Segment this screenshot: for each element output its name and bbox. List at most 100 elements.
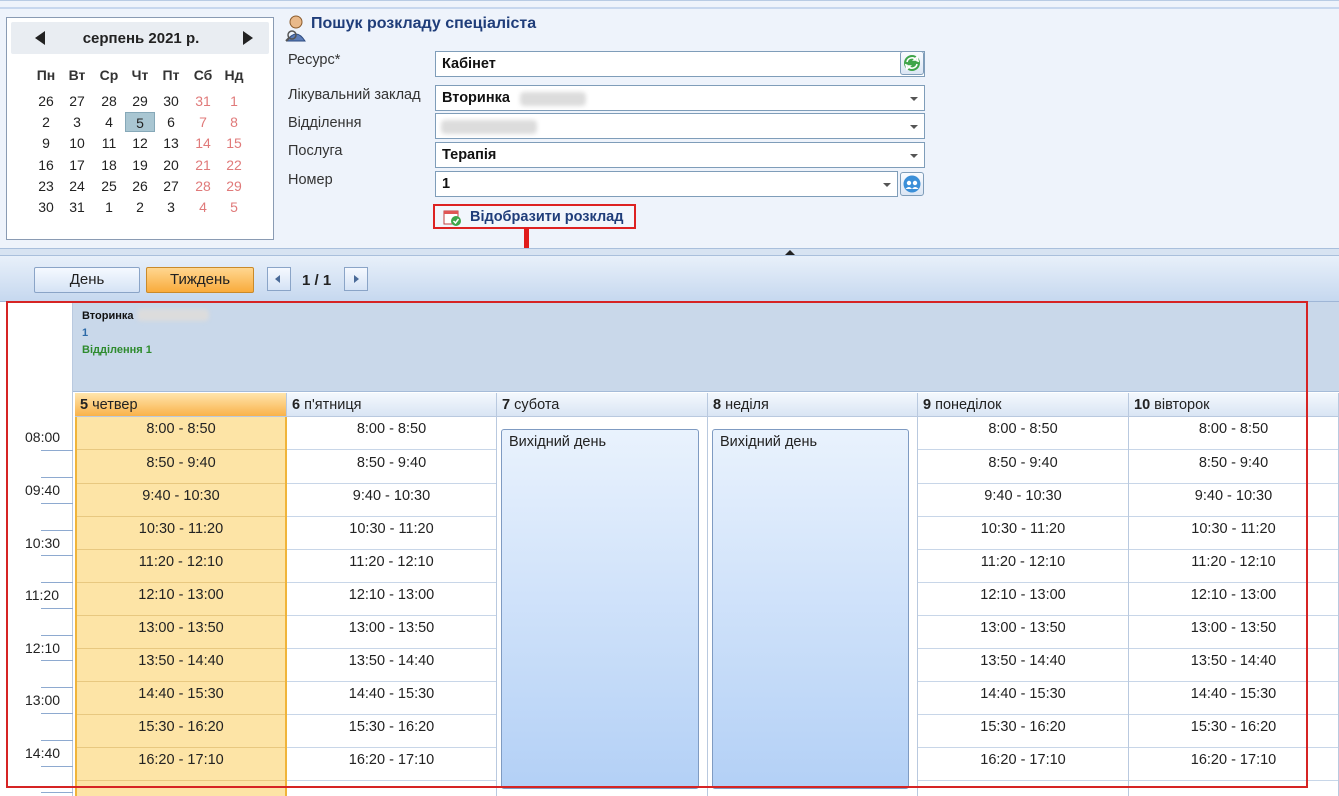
calendar-day[interactable]: 4: [94, 112, 124, 132]
day-header[interactable]: 8 неділя: [708, 393, 918, 417]
calendar-day[interactable]: 2: [31, 112, 61, 132]
day-off-block[interactable]: Вихідний день: [501, 429, 699, 789]
chevron-down-icon[interactable]: [910, 125, 918, 129]
time-slot[interactable]: 13:00 - 13:50: [287, 616, 496, 649]
time-slot[interactable]: 14:40 - 15:30: [1129, 682, 1338, 715]
time-slot[interactable]: 8:00 - 8:50: [918, 417, 1128, 450]
time-slot[interactable]: 13:50 - 14:40: [1129, 649, 1338, 682]
calendar-day[interactable]: 3: [62, 112, 92, 132]
calendar-day[interactable]: 5: [219, 197, 249, 217]
calendar-day[interactable]: 4: [188, 197, 218, 217]
calendar-day[interactable]: 27: [62, 91, 92, 111]
time-slot[interactable]: 9:40 - 10:30: [1129, 484, 1338, 517]
time-slot[interactable]: 16:20 - 17:10: [1129, 748, 1338, 781]
time-slot[interactable]: 10:30 - 11:20: [77, 517, 285, 550]
day-view-button[interactable]: День: [34, 267, 140, 293]
calendar-day[interactable]: 17: [62, 155, 92, 175]
collapse-up-icon[interactable]: [785, 250, 795, 255]
calendar-day[interactable]: 8: [219, 112, 249, 132]
calendar-day[interactable]: 12: [125, 133, 155, 153]
time-slot[interactable]: 10:30 - 11:20: [918, 517, 1128, 550]
calendar-day[interactable]: 1: [219, 91, 249, 111]
next-page-button[interactable]: [344, 267, 368, 291]
calendar-day[interactable]: 2: [125, 197, 155, 217]
time-slot[interactable]: 15:30 - 16:20: [287, 715, 496, 748]
chevron-down-icon[interactable]: [883, 183, 891, 187]
time-slot[interactable]: 13:00 - 13:50: [918, 616, 1128, 649]
calendar-day[interactable]: 23: [31, 176, 61, 196]
time-slot[interactable]: 8:00 - 8:50: [77, 417, 285, 450]
time-slot[interactable]: 15:30 - 16:20: [1129, 715, 1338, 748]
service-select[interactable]: Терапія: [435, 142, 925, 168]
prev-page-button[interactable]: [267, 267, 291, 291]
calendar-day[interactable]: 3: [156, 197, 186, 217]
refresh-button[interactable]: [900, 51, 924, 75]
calendar-day[interactable]: 29: [219, 176, 249, 196]
time-slot[interactable]: 14:40 - 15:30: [918, 682, 1128, 715]
next-month-icon[interactable]: [243, 31, 253, 45]
calendar-day[interactable]: 30: [31, 197, 61, 217]
calendar-day[interactable]: 19: [125, 155, 155, 175]
calendar-day[interactable]: 25: [94, 176, 124, 196]
time-slot[interactable]: 11:20 - 12:10: [918, 550, 1128, 583]
calendar-day[interactable]: 28: [94, 91, 124, 111]
time-slot[interactable]: 15:30 - 16:20: [918, 715, 1128, 748]
calendar-day[interactable]: 24: [62, 176, 92, 196]
calendar-day[interactable]: 13: [156, 133, 186, 153]
day-off-block[interactable]: Вихідний день: [712, 429, 909, 789]
time-slot[interactable]: 16:20 - 17:10: [918, 748, 1128, 781]
calendar-day[interactable]: 1: [94, 197, 124, 217]
time-slot[interactable]: 9:40 - 10:30: [918, 484, 1128, 517]
show-schedule-button[interactable]: Відобразити розклад: [433, 204, 636, 229]
day-header[interactable]: 6 п'ятниця: [287, 393, 497, 417]
chevron-down-icon[interactable]: [910, 154, 918, 158]
calendar-day[interactable]: 26: [125, 176, 155, 196]
calendar-day[interactable]: 7: [188, 112, 218, 132]
calendar-day[interactable]: 31: [62, 197, 92, 217]
calendar-day[interactable]: 15: [219, 133, 249, 153]
time-slot[interactable]: 8:00 - 8:50: [287, 417, 496, 450]
week-view-button[interactable]: Тиждень: [146, 267, 254, 293]
time-slot[interactable]: 10:30 - 11:20: [1129, 517, 1338, 550]
time-slot[interactable]: 11:20 - 12:10: [287, 550, 496, 583]
time-slot[interactable]: 11:20 - 12:10: [1129, 550, 1338, 583]
time-slot[interactable]: 13:00 - 13:50: [1129, 616, 1338, 649]
calendar-day[interactable]: 16: [31, 155, 61, 175]
time-slot[interactable]: 13:50 - 14:40: [77, 649, 285, 682]
calendar-day[interactable]: 22: [219, 155, 249, 175]
calendar-day[interactable]: 6: [156, 112, 186, 132]
time-slot[interactable]: 9:40 - 10:30: [287, 484, 496, 517]
calendar-day[interactable]: 29: [125, 91, 155, 111]
time-slot[interactable]: 13:00 - 13:50: [77, 616, 285, 649]
time-slot[interactable]: 12:10 - 13:00: [287, 583, 496, 616]
time-slot[interactable]: 12:10 - 13:00: [1129, 583, 1338, 616]
time-slot[interactable]: 8:50 - 9:40: [1129, 451, 1338, 484]
facility-select[interactable]: Вторинка: [435, 85, 925, 111]
calendar-day[interactable]: 26: [31, 91, 61, 111]
time-slot[interactable]: 16:20 - 17:10: [77, 748, 285, 781]
time-slot[interactable]: 16:20 - 17:10: [287, 748, 496, 781]
day-header[interactable]: 10 вівторок: [1129, 393, 1339, 417]
day-header[interactable]: 9 понеділок: [918, 393, 1129, 417]
prev-month-icon[interactable]: [35, 31, 45, 45]
time-slot[interactable]: 13:50 - 14:40: [287, 649, 496, 682]
day-header[interactable]: 7 субота: [497, 393, 708, 417]
time-slot[interactable]: 12:10 - 13:00: [77, 583, 285, 616]
resource-select[interactable]: Кабінет: [435, 51, 925, 77]
time-slot[interactable]: 8:50 - 9:40: [918, 451, 1128, 484]
calendar-day[interactable]: 31: [188, 91, 218, 111]
calendar-day[interactable]: 18: [94, 155, 124, 175]
department-select[interactable]: [435, 113, 925, 139]
time-slot[interactable]: 14:40 - 15:30: [77, 682, 285, 715]
calendar-day[interactable]: 14: [188, 133, 218, 153]
calendar-day[interactable]: 10: [62, 133, 92, 153]
users-button[interactable]: [900, 172, 924, 196]
time-slot[interactable]: 8:50 - 9:40: [77, 451, 285, 484]
calendar-day[interactable]: 30: [156, 91, 186, 111]
time-slot[interactable]: 8:50 - 9:40: [287, 451, 496, 484]
calendar-day[interactable]: 20: [156, 155, 186, 175]
calendar-day[interactable]: 28: [188, 176, 218, 196]
panel-splitter[interactable]: [0, 248, 1339, 256]
day-header[interactable]: 5 четвер: [75, 393, 287, 417]
calendar-day[interactable]: 9: [31, 133, 61, 153]
